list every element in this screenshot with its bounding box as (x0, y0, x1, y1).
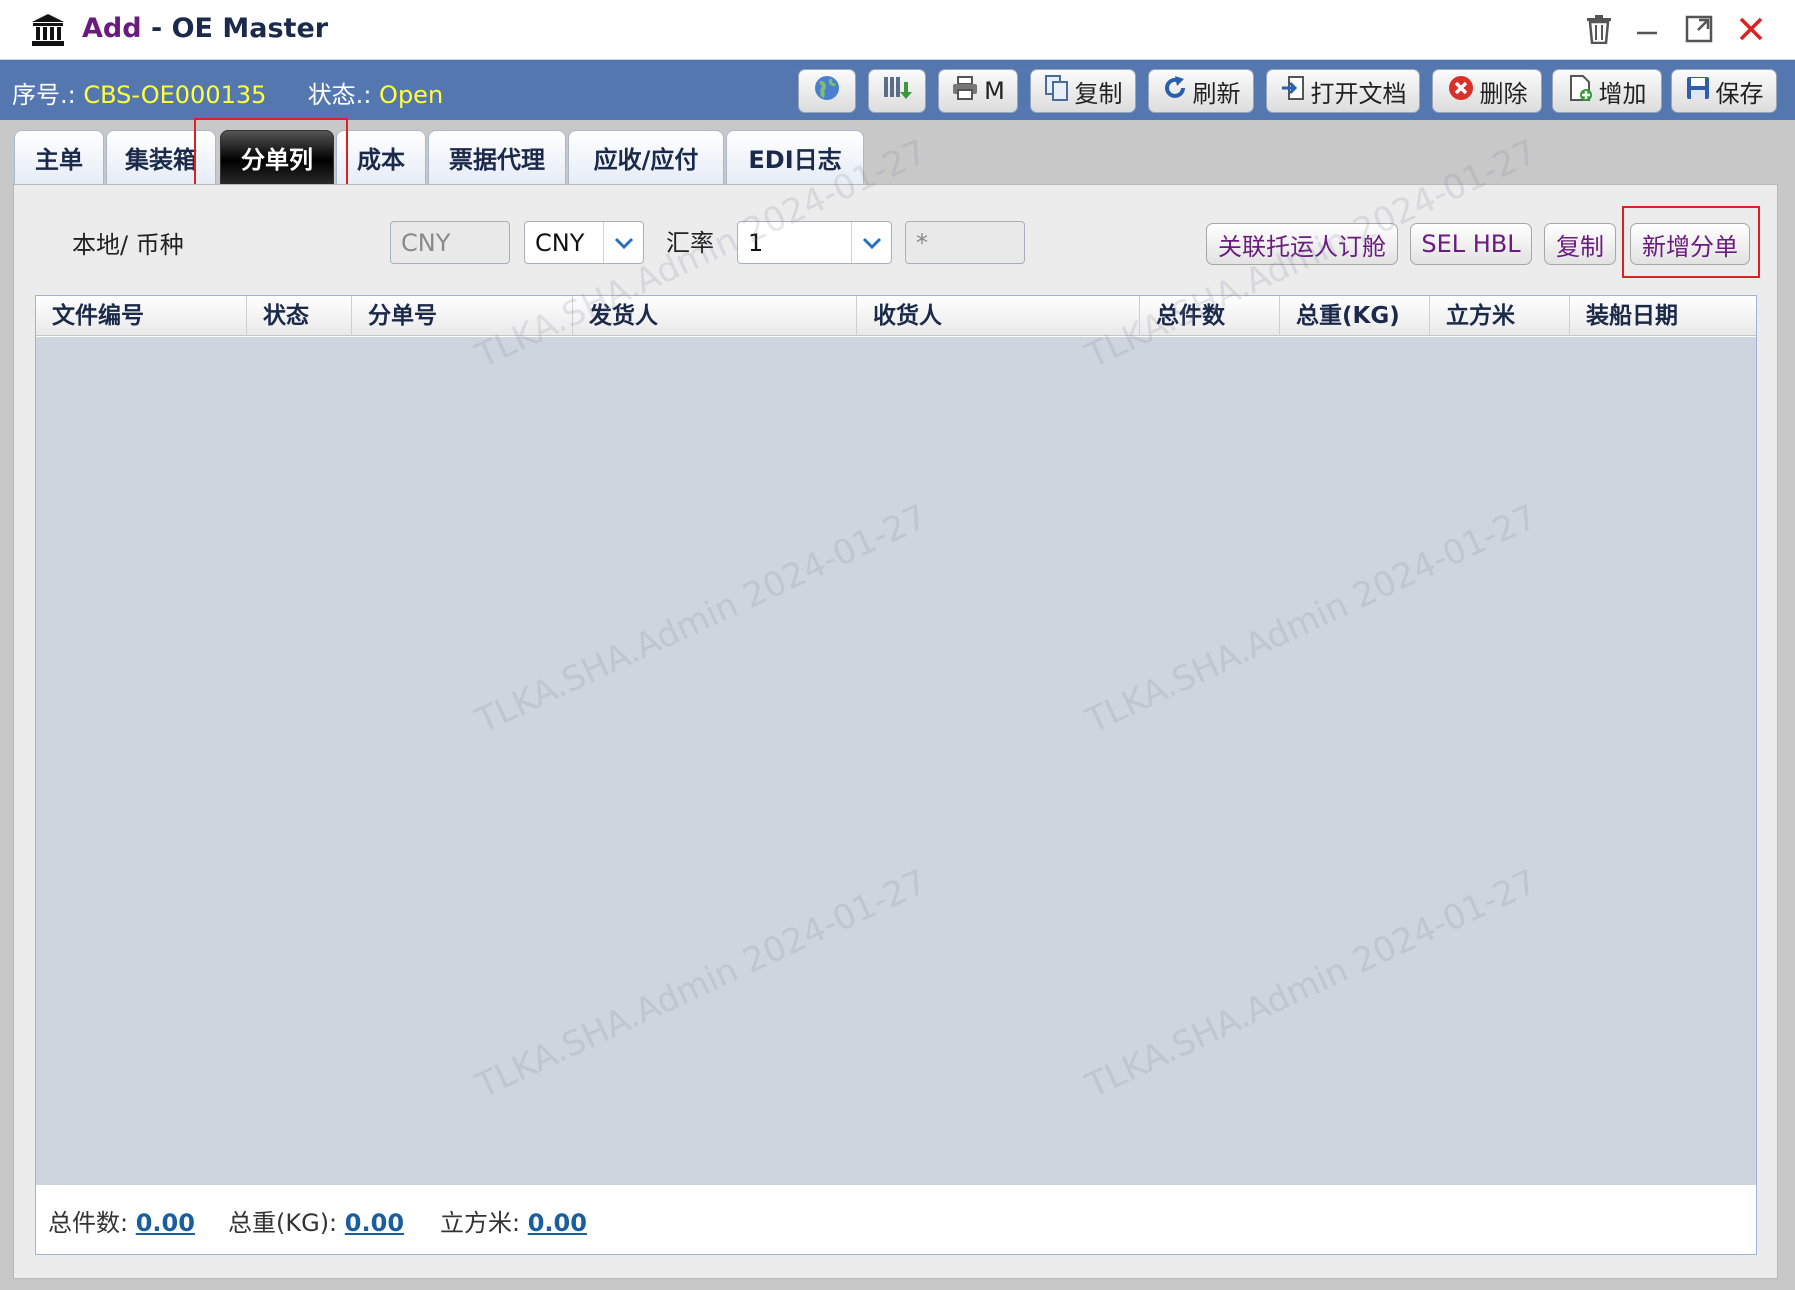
save-button[interactable]: 保存 (1671, 69, 1777, 113)
column-header[interactable]: 总重(KG) (1280, 296, 1430, 336)
column-header[interactable]: 分单号 (352, 296, 573, 336)
pieces-label: 总件数: (48, 1209, 129, 1237)
open-doc-label: 打开文档 (1310, 79, 1407, 108)
open-doc-button[interactable]: 打开文档 (1266, 69, 1420, 113)
copy-icon (1044, 74, 1075, 108)
seq-label: 序号.: (12, 81, 76, 109)
column-header[interactable]: 发货人 (573, 296, 857, 336)
volume-value: 0.00 (527, 1209, 587, 1237)
copy-label: 复制 (1074, 79, 1123, 108)
delete-icon (1447, 74, 1480, 108)
rate-label: 汇率 (666, 229, 714, 257)
weight-total: 总重(KG): 0.00 (228, 1203, 404, 1238)
close-button[interactable] (1732, 12, 1770, 50)
grid-body (36, 337, 1756, 1185)
copy-button[interactable]: 复制 (1030, 69, 1136, 113)
status-label: 状态.: (307, 81, 372, 109)
link-booking-button[interactable]: 关联托运人订舱 (1206, 223, 1398, 265)
column-header[interactable]: 收货人 (857, 296, 1140, 336)
column-header[interactable]: 装船日期 (1570, 296, 1756, 336)
house-list-panel: 本地/ 币种 CNY CNY 汇率 1 * 关联托运人订舱 SEL HBL 复制… (13, 184, 1778, 1279)
save-label: 保存 (1715, 79, 1764, 108)
house-grid: 文件编号 状态 分单号 发货人 收货人 总件数 总重(KG) 立方米 装船日期 … (35, 295, 1757, 1255)
tab-label: EDI日志 (748, 146, 842, 174)
tab-label: 应收/应付 (593, 146, 699, 174)
status-value: Open (379, 81, 444, 109)
tab-label: 成本 (357, 146, 405, 174)
globe-icon (813, 74, 841, 108)
pieces-total: 总件数: 0.00 (48, 1203, 195, 1238)
print-label: M (984, 77, 1005, 105)
local-currency-field: CNY (390, 221, 510, 264)
maximize-button[interactable] (1680, 12, 1718, 50)
trash-icon (1586, 14, 1612, 48)
tab-bill-agent[interactable]: 票据代理 (428, 130, 566, 184)
window-mode: Add (82, 13, 142, 44)
column-header[interactable]: 文件编号 (36, 296, 247, 336)
column-header[interactable]: 立方米 (1430, 296, 1570, 336)
title-bar: Add - OE Master (0, 0, 1795, 60)
weight-label: 总重(KG): (228, 1209, 338, 1237)
copy-house-button[interactable]: 复制 (1544, 223, 1616, 265)
extra-field: * (905, 221, 1025, 264)
add-document-icon (1568, 74, 1599, 108)
delete-label: 删除 (1479, 79, 1528, 108)
printer-icon (951, 75, 984, 107)
rate-select-value: 1 (748, 228, 764, 257)
tab-label: 集装箱 (125, 146, 197, 174)
delete-button[interactable]: 删除 (1432, 69, 1542, 113)
column-header[interactable]: 总件数 (1140, 296, 1280, 336)
grid-summary: 总件数: 0.00 总重(KG): 0.00 立方米: 0.00 (36, 1185, 1756, 1254)
bank-icon (30, 12, 66, 48)
volume-label: 立方米: (440, 1209, 521, 1237)
add-button[interactable]: 增加 (1552, 69, 1662, 113)
export-button[interactable] (868, 69, 926, 113)
sel-hbl-button[interactable]: SEL HBL (1410, 223, 1532, 265)
tab-receivable-payable[interactable]: 应收/应付 (568, 130, 724, 184)
maximize-icon (1685, 15, 1713, 47)
open-document-icon (1280, 75, 1311, 107)
minimize-icon (1635, 17, 1659, 45)
tab-label: 票据代理 (449, 146, 545, 174)
seq-value: CBS-OE000135 (83, 81, 267, 109)
print-button[interactable]: M (938, 69, 1018, 113)
grid-header: 文件编号 状态 分单号 发货人 收货人 总件数 总重(KG) 立方米 装船日期 (36, 296, 1756, 336)
tab-container[interactable]: 集装箱 (106, 130, 216, 184)
close-icon (1738, 16, 1764, 46)
toolbar-band: 序号.: CBS-OE000135 状态.: Open M 复制 刷新 打开文档… (0, 60, 1795, 120)
add-house-button[interactable]: 新增分单 (1630, 223, 1750, 265)
column-header[interactable]: 状态 (247, 296, 352, 336)
window-title: Add - OE Master (82, 13, 328, 44)
refresh-label: 刷新 (1192, 79, 1241, 108)
save-icon (1685, 75, 1716, 107)
minimize-button[interactable] (1628, 12, 1666, 50)
tab-label: 主单 (35, 146, 83, 174)
chevron-down-icon[interactable] (603, 222, 643, 263)
globe-button[interactable] (798, 69, 856, 113)
window-title-text: OE Master (171, 13, 329, 44)
currency-select-value: CNY (535, 228, 585, 257)
record-info: 序号.: CBS-OE000135 状态.: Open (12, 75, 443, 110)
currency-select[interactable]: CNY (524, 221, 644, 264)
tab-master[interactable]: 主单 (14, 130, 104, 184)
tab-house-list[interactable]: 分单列 (220, 130, 334, 184)
refresh-icon (1162, 75, 1193, 107)
weight-value: 0.00 (344, 1209, 405, 1237)
chevron-down-icon[interactable] (851, 222, 891, 263)
tab-label: 分单列 (241, 146, 313, 174)
tab-cost[interactable]: 成本 (336, 130, 426, 184)
trash-button[interactable] (1580, 12, 1618, 50)
export-icon (882, 74, 912, 108)
add-label: 增加 (1598, 79, 1647, 108)
tab-edi-log[interactable]: EDI日志 (726, 130, 864, 184)
rate-select[interactable]: 1 (737, 221, 892, 264)
volume-total: 立方米: 0.00 (440, 1203, 587, 1238)
currency-label: 本地/ 币种 (72, 231, 184, 259)
refresh-button[interactable]: 刷新 (1148, 69, 1254, 113)
title-separator: - (141, 13, 172, 44)
pieces-value: 0.00 (135, 1209, 195, 1237)
